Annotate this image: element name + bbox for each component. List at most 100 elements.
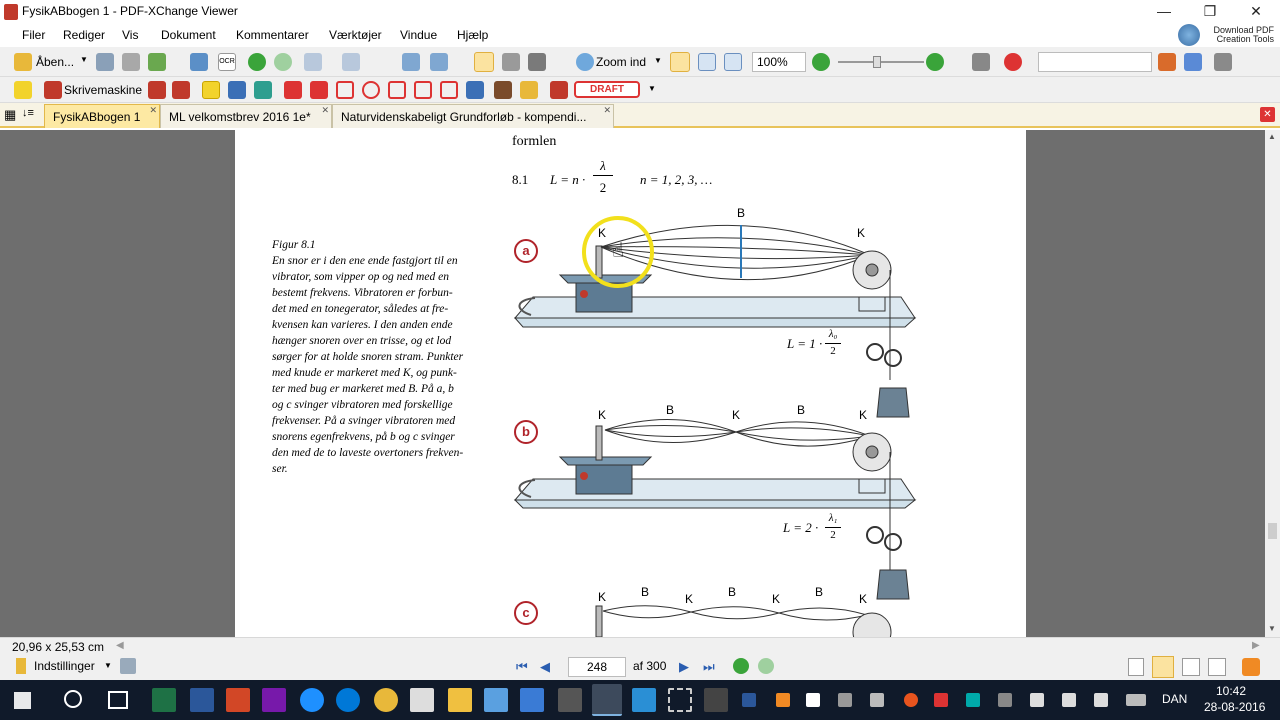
- redo-icon[interactable]: [342, 53, 360, 71]
- last-page-icon[interactable]: ⏭: [703, 659, 715, 675]
- task-view-icon[interactable]: [108, 691, 128, 709]
- zoom-dropdown-icon[interactable]: ▼: [654, 56, 662, 65]
- onedrive-icon[interactable]: [484, 688, 508, 712]
- ocr-icon[interactable]: OCR: [218, 53, 236, 71]
- zoom-slider-track[interactable]: [838, 61, 924, 63]
- tab-fysikabbogen[interactable]: FysikABbogen 1 ✕: [44, 104, 160, 128]
- facing-view-icon[interactable]: [1182, 658, 1200, 676]
- fit-page-icon[interactable]: [698, 53, 716, 71]
- clock-time[interactable]: 10:42: [1216, 684, 1246, 698]
- bookmark-icon[interactable]: [1242, 658, 1260, 676]
- actual-size-icon[interactable]: [670, 52, 690, 72]
- settings-dropdown-icon[interactable]: ▼: [104, 661, 112, 670]
- strikeout-icon[interactable]: [228, 81, 246, 99]
- chrome-icon[interactable]: [374, 688, 398, 712]
- menu-rediger[interactable]: Rediger: [63, 28, 105, 42]
- tab-grid-icon[interactable]: ▦: [4, 107, 16, 123]
- app-icon-1[interactable]: [632, 688, 656, 712]
- powerpoint-icon[interactable]: [226, 688, 250, 712]
- previous-page-icon[interactable]: ◀: [540, 659, 550, 675]
- highlight-text-icon[interactable]: [202, 81, 220, 99]
- scan-icon[interactable]: [190, 53, 208, 71]
- keyboard-icon[interactable]: [1126, 694, 1146, 706]
- underline-icon[interactable]: [254, 81, 272, 99]
- settings-flag-icon[interactable]: [16, 658, 26, 674]
- pdf-xchange-taskbar-icon[interactable]: [592, 684, 622, 716]
- snipping-tool-icon[interactable]: [668, 688, 692, 712]
- menu-filer[interactable]: Filer: [22, 28, 45, 42]
- scroll-down-icon[interactable]: ▼: [1268, 624, 1276, 633]
- tab-close-icon[interactable]: ✕: [149, 105, 157, 116]
- rectangle-icon[interactable]: [336, 81, 354, 99]
- minimize-button[interactable]: —: [1141, 0, 1187, 24]
- document-viewport[interactable]: formlen 8.1 L = n · λ 2 n = 1, 2, 3, … F…: [0, 130, 1265, 637]
- zoom-out-icon[interactable]: [812, 53, 830, 71]
- attachment-icon[interactable]: [120, 658, 136, 674]
- menu-kommentarer[interactable]: Kommentarer: [236, 28, 309, 42]
- save-icon[interactable]: [96, 53, 114, 71]
- find-next-icon[interactable]: [1184, 53, 1202, 71]
- tray-icon-7[interactable]: [998, 693, 1012, 707]
- paste-icon[interactable]: [430, 53, 448, 71]
- scrollbar-thumb[interactable]: [1268, 523, 1277, 539]
- battery-icon[interactable]: [1030, 693, 1044, 707]
- page-number-input[interactable]: 248: [568, 657, 626, 677]
- notifications-icon[interactable]: [1094, 693, 1108, 707]
- open-dropdown-icon[interactable]: ▼: [80, 55, 88, 64]
- undo-icon[interactable]: [304, 53, 322, 71]
- copy-icon[interactable]: [402, 53, 420, 71]
- excel-icon[interactable]: [152, 688, 176, 712]
- menu-vis[interactable]: Vis: [122, 28, 138, 42]
- select-tool-icon[interactable]: [528, 53, 546, 71]
- language-indicator[interactable]: DAN: [1162, 692, 1187, 706]
- open-folder-icon[interactable]: [14, 53, 32, 71]
- start-icon[interactable]: [14, 692, 31, 709]
- tab-ml-velkomstbrev[interactable]: ML velkomstbrev 2016 1e* ✕: [160, 104, 332, 128]
- first-page-icon[interactable]: ⏮: [516, 659, 528, 675]
- tab-list-icon[interactable]: ↓≡: [22, 107, 34, 119]
- typewriter-label[interactable]: Skrivemaskine: [64, 83, 142, 97]
- onenote-icon[interactable]: [262, 688, 286, 712]
- search-icon[interactable]: [64, 690, 82, 708]
- vertical-scrollbar[interactable]: ▲ ▼: [1265, 130, 1280, 637]
- pencil-icon[interactable]: [494, 81, 512, 99]
- cloud-icon[interactable]: [440, 81, 458, 99]
- stamp-dropdown-icon[interactable]: ▼: [648, 84, 656, 93]
- draft-stamp-preview[interactable]: DRAFT: [574, 81, 640, 98]
- spellcheck-icon[interactable]: [1004, 53, 1022, 71]
- tray-word-icon[interactable]: [742, 693, 756, 707]
- tray-icon-3[interactable]: [838, 693, 852, 707]
- zoom-in-label[interactable]: Zoom ind: [596, 55, 646, 69]
- cloud-tray-icon[interactable]: [870, 693, 884, 707]
- continuous-view-icon[interactable]: [1152, 656, 1174, 678]
- remote-desktop-icon[interactable]: [520, 688, 544, 712]
- tray-icon-5[interactable]: [934, 693, 948, 707]
- typewriter-icon[interactable]: [44, 81, 62, 99]
- menu-vindue[interactable]: Vindue: [400, 28, 437, 42]
- restore-button[interactable]: ❐: [1187, 0, 1233, 24]
- forward-icon[interactable]: [274, 53, 292, 71]
- edge-icon[interactable]: [300, 688, 324, 712]
- close-button[interactable]: ✕: [1233, 0, 1279, 24]
- tab-naturvidenskabeligt[interactable]: Naturvidenskabeligt Grundforløb - kompen…: [332, 104, 614, 128]
- callout-icon[interactable]: [172, 81, 190, 99]
- update-tray-icon[interactable]: [904, 693, 918, 707]
- nav-forward-icon[interactable]: [758, 658, 774, 674]
- tools-icon[interactable]: [1214, 53, 1232, 71]
- single-page-view-icon[interactable]: [1128, 658, 1144, 676]
- pushpin-icon[interactable]: [466, 81, 484, 99]
- polygon-icon[interactable]: [414, 81, 432, 99]
- settings-button[interactable]: Indstillinger: [34, 659, 95, 673]
- next-page-icon[interactable]: ▶: [679, 659, 689, 675]
- tab-close-icon[interactable]: ✕: [603, 105, 611, 116]
- tab-close-icon[interactable]: ✕: [321, 105, 329, 116]
- visibility-icon[interactable]: [972, 53, 990, 71]
- back-icon[interactable]: [248, 53, 266, 71]
- tray-orange-icon[interactable]: [776, 693, 790, 707]
- zoom-level-input[interactable]: 100%: [752, 52, 806, 72]
- bluetooth-icon[interactable]: [806, 693, 820, 707]
- sticky-note-icon[interactable]: [14, 81, 32, 99]
- menu-hjaelp[interactable]: Hjælp: [457, 28, 488, 42]
- find-icon[interactable]: [1158, 53, 1176, 71]
- snapshot-icon[interactable]: [502, 53, 520, 71]
